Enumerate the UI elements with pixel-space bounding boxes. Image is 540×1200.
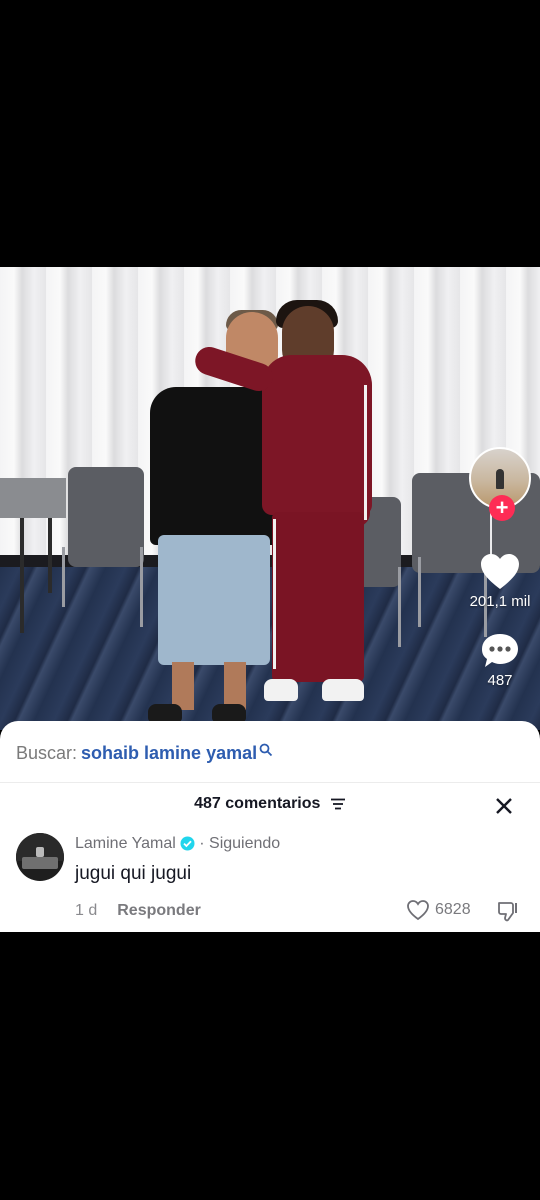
like-icon[interactable]	[406, 899, 430, 921]
person-left-shoe	[148, 704, 182, 722]
search-label: Buscar:	[16, 743, 78, 763]
follow-plus-button[interactable]: +	[489, 495, 515, 521]
person-right-pants	[272, 512, 364, 682]
heart-icon[interactable]	[479, 553, 521, 591]
search-term-link[interactable]: sohaib lamine yamal	[81, 743, 257, 763]
avatar-detail	[36, 847, 44, 857]
video-player[interactable]	[0, 267, 540, 730]
chair	[68, 467, 144, 567]
person-right-shoe	[264, 679, 298, 701]
comments-header: 487 comentarios	[0, 795, 540, 813]
comment-like-button[interactable]: 6828	[406, 899, 471, 921]
chair-leg	[62, 547, 65, 607]
person-left-shoe	[212, 704, 246, 722]
comments-title: 487 comentarios	[194, 795, 321, 812]
comment-text: jugui qui jugui	[75, 863, 192, 884]
avatar-figure	[496, 469, 504, 489]
table-leg	[20, 518, 24, 633]
side-table	[0, 478, 66, 518]
likes-count: 201,1 mil	[469, 593, 531, 610]
comment-meta: 1 d Responder	[75, 902, 201, 920]
comment-author-name[interactable]: Lamine Yamal	[75, 835, 176, 852]
jacket-stripe	[364, 385, 367, 520]
comments-sheet: Buscar: sohaib lamine yamal 487 comentari…	[0, 721, 540, 932]
chair-leg	[398, 567, 401, 647]
comment-like-count: 6828	[435, 901, 471, 918]
chair-leg	[140, 547, 143, 627]
carpet-floor	[0, 567, 540, 730]
reply-button[interactable]: Responder	[117, 902, 201, 919]
person-right-shoe	[322, 679, 364, 701]
filter-icon[interactable]	[330, 798, 346, 810]
plus-icon: +	[495, 495, 509, 520]
verified-icon	[180, 836, 195, 851]
search-suggestion[interactable]: Buscar: sohaib lamine yamal	[16, 743, 273, 764]
following-status: · Siguiendo	[199, 835, 281, 852]
dislike-icon[interactable]	[496, 899, 520, 923]
divider	[0, 782, 540, 783]
search-icon[interactable]	[259, 743, 273, 757]
person-left-leg	[172, 662, 194, 710]
close-icon[interactable]	[494, 796, 514, 816]
comment-age: 1 d	[75, 902, 98, 919]
comment-author-row: Lamine Yamal · Siguiendo	[75, 835, 280, 853]
person-left-leg	[224, 662, 246, 710]
comment-author-avatar[interactable]	[16, 833, 64, 881]
action-rail: + 201,1 mil 487	[466, 447, 534, 689]
pants-stripe	[273, 519, 276, 669]
comment-bubble-icon[interactable]	[480, 632, 520, 670]
person-left-shirt	[150, 387, 280, 545]
chair-leg	[418, 557, 421, 627]
creator-avatar[interactable]: +	[469, 447, 531, 521]
table-leg	[48, 518, 52, 593]
avatar-ground	[22, 857, 58, 869]
person-left-shorts	[158, 535, 270, 665]
comments-count: 487	[487, 672, 513, 689]
